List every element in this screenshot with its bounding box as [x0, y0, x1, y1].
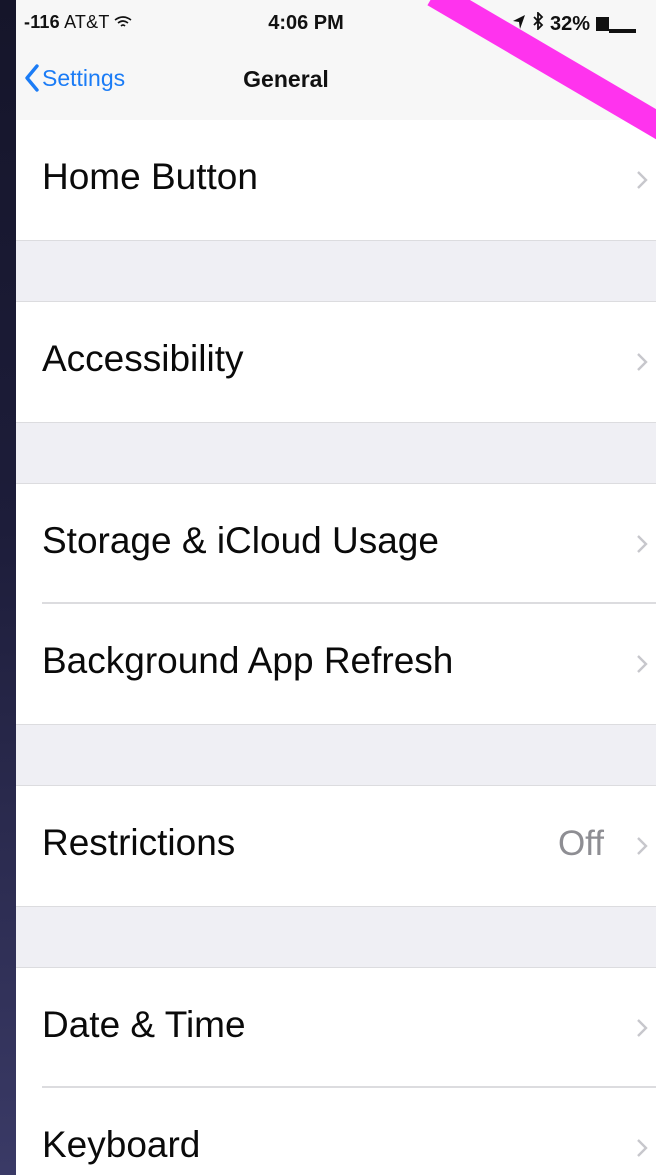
disclosure-chevron-icon [637, 1139, 648, 1157]
group-spacer [16, 906, 656, 968]
page-title: General [243, 66, 329, 92]
disclosure-chevron-icon [637, 535, 648, 553]
battery-level-fill [596, 17, 609, 31]
status-bar: -116 AT&T 4:06 PM 32% [16, 0, 656, 46]
battery-percent: 32% [549, 12, 590, 35]
row-date-time[interactable]: Date & Time [16, 968, 656, 1088]
row-restrictions[interactable]: Restrictions Off [16, 786, 656, 906]
row-label: Storage & iCloud Usage [42, 520, 439, 561]
row-storage-icloud-usage[interactable]: Storage & iCloud Usage [16, 484, 656, 604]
row-label: Home Button [42, 156, 258, 197]
row-home-button[interactable]: Home Button [16, 120, 656, 240]
disclosure-chevron-icon [637, 353, 648, 371]
bluetooth-icon [532, 10, 544, 36]
group-spacer [16, 240, 656, 302]
battery-empty-line [609, 29, 636, 33]
phone-screen: -116 AT&T 4:06 PM 32% Settings General H… [16, 0, 656, 1175]
row-value: Off [557, 824, 604, 863]
row-label: Keyboard [42, 1124, 201, 1165]
group-spacer [16, 422, 656, 484]
navigation-bar: Settings General [16, 46, 656, 121]
status-indicators: 32% [512, 10, 636, 36]
row-accessibility[interactable]: Accessibility [16, 302, 656, 422]
row-label: Accessibility [42, 338, 244, 379]
group-spacer [16, 724, 656, 786]
disclosure-chevron-icon [637, 837, 648, 855]
disclosure-chevron-icon [637, 171, 648, 189]
row-keyboard[interactable]: Keyboard [16, 1088, 656, 1175]
settings-list: Home Button Accessibility Storage & iClo… [16, 120, 656, 1175]
row-label: Restrictions [42, 822, 236, 863]
row-background-app-refresh[interactable]: Background App Refresh [16, 604, 656, 724]
disclosure-chevron-icon [637, 1019, 648, 1037]
row-label: Date & Time [42, 1004, 246, 1045]
location-arrow-icon [512, 13, 526, 36]
disclosure-chevron-icon [637, 655, 648, 673]
battery-icon [596, 15, 636, 33]
row-label: Background App Refresh [42, 640, 454, 681]
